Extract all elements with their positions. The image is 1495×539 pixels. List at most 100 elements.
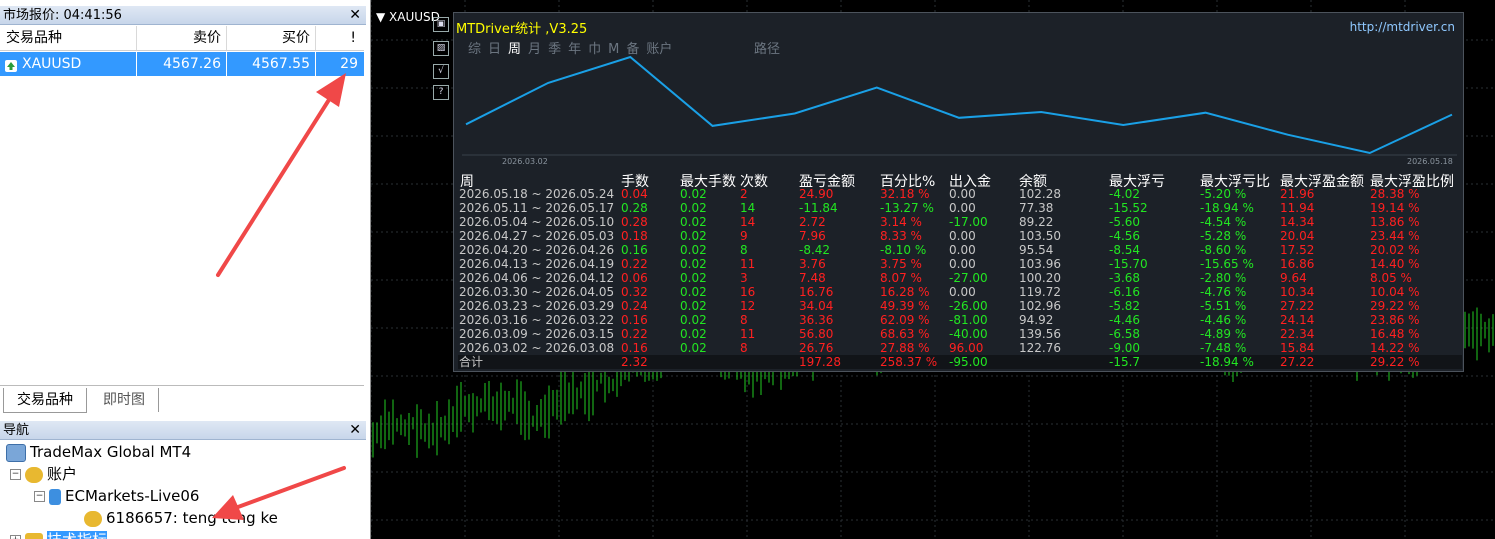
- stats-title: MTDriver统计 ,V3.25: [456, 22, 588, 37]
- cell-week: 2026.04.13 ~ 2026.04.19: [459, 257, 615, 271]
- cell-pnl: 3.76: [799, 257, 826, 271]
- table-row: 2026.03.30 ~ 2026.04.05 0.32 0.02 16 16.76 16…: [458, 285, 1462, 299]
- cell-max-float-loss-ratio: -2.80 %: [1200, 271, 1247, 285]
- server-icon: [49, 488, 61, 505]
- cell-max-float-profit: 15.84: [1280, 341, 1315, 355]
- cell-week: 2026.03.09 ~ 2026.03.15: [459, 327, 615, 341]
- close-icon[interactable]: ✕: [349, 421, 361, 440]
- tree-label: ECMarkets-Live06: [65, 487, 200, 505]
- cell-max-float-loss: -9.00: [1109, 341, 1141, 355]
- tree-label: TradeMax Global MT4: [30, 443, 192, 461]
- cell-max-float-loss: -6.16: [1109, 285, 1141, 299]
- cell-week: 2026.05.18 ~ 2026.05.24: [459, 187, 615, 201]
- cell-max-float-profit-ratio: 13.86 %: [1370, 215, 1420, 229]
- cell-percent: 3.14 %: [880, 215, 922, 229]
- cell-max-float-profit-ratio: 10.04 %: [1370, 285, 1420, 299]
- stats-url-link[interactable]: http://mtdriver.cn: [1350, 20, 1455, 34]
- cell-max-lots: 0.02: [680, 313, 707, 327]
- cell-lots: 0.22: [621, 327, 648, 341]
- market-watch-tabs: 交易品种 即时图: [0, 385, 364, 413]
- col-bid[interactable]: 卖价: [137, 26, 227, 50]
- tree-item-account[interactable]: 6186657: teng teng ke: [84, 508, 278, 528]
- cell-percent: -13.27 %: [880, 201, 934, 215]
- cell-max-float-profit-ratio: 16.48 %: [1370, 327, 1420, 341]
- tree-item-accounts[interactable]: − 账户: [10, 464, 77, 484]
- cell-pnl: 197.28: [799, 355, 841, 369]
- cell-max-float-profit-ratio: 29.22 %: [1370, 355, 1420, 369]
- cell-deposit: -81.00: [949, 313, 988, 327]
- cell-max-float-loss-ratio: -8.60 %: [1200, 243, 1247, 257]
- price-chart[interactable]: ▼ XAUUSD MTDriver统计 ,V3.25 http://mtdriv…: [371, 0, 1495, 539]
- cell-count: 14: [740, 201, 756, 215]
- tree-item-indicators[interactable]: + 技术指标: [10, 530, 108, 539]
- cell-max-float-profit: 20.04: [1280, 229, 1315, 243]
- cell-pnl: 36.36: [799, 313, 834, 327]
- cell-week: 2026.05.11 ~ 2026.05.17: [459, 201, 615, 215]
- cell-max-float-profit-ratio: 19.14 %: [1370, 201, 1420, 215]
- cell-count: 8: [740, 243, 748, 257]
- cell-lots: 2.32: [621, 355, 648, 369]
- cell-pnl: 34.04: [799, 299, 834, 313]
- spread-cell: 29: [340, 56, 358, 72]
- window-icon[interactable]: ▣: [433, 17, 449, 32]
- cell-max-lots: 0.02: [680, 285, 707, 299]
- cell-max-lots: 0.02: [680, 229, 707, 243]
- cell-max-float-loss: -15.70: [1109, 257, 1148, 271]
- chart-symbol-label: ▼ XAUUSD: [376, 10, 440, 24]
- cell-percent: 32.18 %: [880, 187, 930, 201]
- cell-max-float-loss: -4.46: [1109, 313, 1141, 327]
- cell-max-lots: 0.02: [680, 327, 707, 341]
- cell-count: 8: [740, 313, 748, 327]
- cell-lots: 0.28: [621, 201, 648, 215]
- cell-count: 16: [740, 285, 756, 299]
- market-watch-title: 市场报价: 04:41:56: [3, 8, 122, 23]
- cell-max-lots: 0.02: [680, 341, 707, 355]
- cell-balance: 95.54: [1019, 243, 1054, 257]
- cell-lots: 0.16: [621, 313, 648, 327]
- cell-lots: 0.22: [621, 257, 648, 271]
- expand-icon[interactable]: +: [10, 535, 21, 539]
- cell-max-float-loss-ratio: -5.51 %: [1200, 299, 1247, 313]
- cell-max-float-loss: -4.02: [1109, 187, 1141, 201]
- collapse-icon[interactable]: −: [10, 469, 21, 480]
- table-row[interactable]: XAUUSD 4567.26 4567.55 29: [0, 52, 364, 76]
- cell-deposit: -27.00: [949, 271, 988, 285]
- check-icon[interactable]: √: [433, 64, 449, 79]
- close-icon[interactable]: ✕: [349, 6, 361, 25]
- collapse-icon[interactable]: −: [34, 491, 45, 502]
- cell-max-float-loss-ratio: -5.28 %: [1200, 229, 1247, 243]
- cell-max-float-loss-ratio: -5.20 %: [1200, 187, 1247, 201]
- cell-deposit: 96.00: [949, 341, 984, 355]
- table-row: 2026.05.18 ~ 2026.05.24 0.04 0.02 2 24.90 32.…: [458, 187, 1462, 201]
- cell-balance: 102.28: [1019, 187, 1061, 201]
- cell-deposit: -26.00: [949, 299, 988, 313]
- tab-tick-chart[interactable]: 即时图: [90, 388, 159, 412]
- cell-week: 2026.04.06 ~ 2026.04.12: [459, 271, 615, 285]
- cell-lots: 0.04: [621, 187, 648, 201]
- cell-week: 2026.03.02 ~ 2026.03.08: [459, 341, 615, 355]
- users-icon: [25, 466, 43, 483]
- cell-balance: 122.76: [1019, 341, 1061, 355]
- total-row: 合计 2.32 197.28 258.37 % -95.00 -15.7 -18.94 % 2…: [458, 355, 1462, 369]
- cell-max-float-loss-ratio: -4.46 %: [1200, 313, 1247, 327]
- tree-item-server[interactable]: − ECMarkets-Live06: [34, 486, 199, 506]
- col-ask[interactable]: 买价: [227, 26, 316, 50]
- tree-label: 6186657: teng teng ke: [106, 509, 278, 527]
- cell-percent: 8.07 %: [880, 271, 922, 285]
- cell-max-float-loss: -4.56: [1109, 229, 1141, 243]
- table-row: 2026.03.02 ~ 2026.03.08 0.16 0.02 8 26.76 27.…: [458, 341, 1462, 355]
- cell-percent: 258.37 %: [880, 355, 938, 369]
- cell-balance: 103.96: [1019, 257, 1061, 271]
- help-icon[interactable]: ?: [433, 85, 449, 100]
- capture-icon[interactable]: ▨: [433, 41, 449, 56]
- cell-max-lots: 0.02: [680, 215, 707, 229]
- tree-label: 账户: [47, 465, 78, 483]
- cell-max-float-loss-ratio: -15.65 %: [1200, 257, 1254, 271]
- tab-symbols[interactable]: 交易品种: [3, 388, 87, 413]
- cell-percent: -8.10 %: [880, 243, 927, 257]
- cell-count: 9: [740, 229, 748, 243]
- col-spread[interactable]: !: [316, 26, 362, 50]
- table-row: 2026.05.11 ~ 2026.05.17 0.28 0.02 14 -11.84 -…: [458, 201, 1462, 215]
- col-symbol[interactable]: 交易品种: [0, 26, 137, 50]
- tree-item-platform[interactable]: TradeMax Global MT4: [6, 442, 191, 462]
